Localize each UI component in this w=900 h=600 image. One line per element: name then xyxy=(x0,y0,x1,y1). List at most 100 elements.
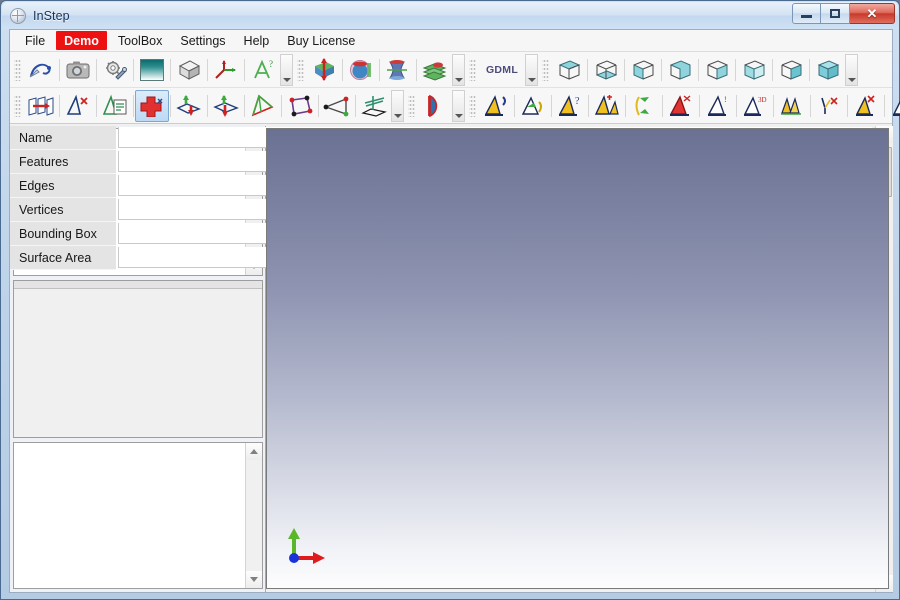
face-report-icon-button[interactable] xyxy=(98,90,132,122)
toolbar-group-gdml: GDML xyxy=(465,52,538,87)
extrude-up-icon-button[interactable] xyxy=(209,90,243,122)
prism-red-icon-button[interactable] xyxy=(664,90,698,122)
toolbar-separator xyxy=(244,94,245,117)
sphere-clip-icon-button[interactable] xyxy=(344,54,378,86)
toolbar-separator xyxy=(773,94,774,117)
toolbar-group-sheet xyxy=(10,88,243,123)
prism-trim-icon-button[interactable] xyxy=(627,90,661,122)
toolbar-gripper[interactable] xyxy=(14,58,21,81)
client-area: File Demo ToolBox Settings Help Buy Lice… xyxy=(9,29,900,593)
menu-item-file[interactable]: File xyxy=(16,30,54,51)
toolbar-separator xyxy=(810,94,811,117)
toolbar-separator xyxy=(355,94,356,117)
toolbar-separator xyxy=(170,58,171,81)
toolbar-group-polygon xyxy=(243,88,404,123)
menu-item-help[interactable]: Help xyxy=(235,30,279,51)
toolbar-separator xyxy=(588,94,589,117)
add-feature-icon-button[interactable] xyxy=(135,89,169,122)
prism-rotate-icon-button[interactable] xyxy=(479,90,513,122)
toolbar-group-arc xyxy=(404,88,465,123)
menu-item-demo[interactable]: Demo xyxy=(56,31,107,50)
minimize-button[interactable] xyxy=(792,3,821,24)
prism-add-icon-button[interactable] xyxy=(590,90,624,122)
toolbar-gripper[interactable] xyxy=(542,58,549,81)
box-wire-side-icon-button[interactable] xyxy=(774,54,808,86)
toolbar-gripper[interactable] xyxy=(469,94,476,117)
maximize-button[interactable] xyxy=(821,3,850,24)
box-solid-icon-button[interactable] xyxy=(811,54,845,86)
toolbar-overflow-button[interactable] xyxy=(452,89,465,122)
toolbar-separator xyxy=(379,58,380,81)
box-wire-top-icon-button[interactable] xyxy=(552,54,586,86)
property-label: Features xyxy=(10,150,116,174)
scroll-track[interactable] xyxy=(245,460,262,571)
close-button[interactable]: ✕ xyxy=(850,3,895,24)
properties-panel[interactable]: Name Features Edges Vertices Bounding Bo… xyxy=(10,126,893,592)
toolbar-overflow-button[interactable] xyxy=(280,53,293,86)
toolbar-overflow-button[interactable] xyxy=(845,53,858,86)
menu-item-buy-license[interactable]: Buy License xyxy=(278,30,364,51)
property-label: Name xyxy=(10,126,116,150)
extrude-down-icon-button[interactable] xyxy=(172,90,206,122)
prism-stack-icon-button[interactable] xyxy=(775,90,809,122)
prism-3d-icon-button[interactable]: 3D xyxy=(738,90,772,122)
quad-vertices-icon-button[interactable] xyxy=(283,90,317,122)
prism-point-icon xyxy=(892,99,900,116)
menu-item-settings[interactable]: Settings xyxy=(171,30,234,51)
toolbar-gripper[interactable] xyxy=(408,94,415,117)
message-log-panel[interactable] xyxy=(13,442,263,589)
scroll-up-icon[interactable] xyxy=(245,443,262,460)
axes-query-icon: ? xyxy=(254,59,273,78)
gdml-button[interactable]: GDML xyxy=(479,55,525,85)
stacked-slabs-icon-button[interactable] xyxy=(418,54,452,86)
message-log-scrollbar[interactable] xyxy=(245,443,262,588)
property-label: Vertices xyxy=(10,198,116,222)
toolbar-overflow-button[interactable] xyxy=(391,89,404,122)
prism-query-icon-button[interactable]: ? xyxy=(553,90,587,122)
property-label: Edges xyxy=(10,174,116,198)
prism-split-icon-button[interactable] xyxy=(516,90,550,122)
box-shaded-right-icon-button[interactable] xyxy=(737,54,771,86)
boolean-union-icon-button[interactable] xyxy=(307,54,341,86)
triangle-edges-icon-button[interactable] xyxy=(320,90,354,122)
half-disc-icon-button[interactable] xyxy=(418,90,452,122)
box-shaded-back-icon-button[interactable] xyxy=(663,54,697,86)
toolbar-gripper[interactable] xyxy=(469,58,476,81)
camera-icon-button[interactable] xyxy=(61,54,95,86)
axes-triad-icon-button[interactable] xyxy=(209,54,243,86)
axes-triad-icon xyxy=(215,59,236,79)
gradient-swatch-icon-button[interactable] xyxy=(135,54,169,86)
sheet-offset-icon-button[interactable] xyxy=(24,90,58,122)
triangle-mesh-icon xyxy=(251,94,274,116)
spline-curve-icon-button[interactable] xyxy=(24,54,58,86)
toolbar-separator xyxy=(772,58,773,81)
prism-outline-icon-button[interactable]: ! xyxy=(701,90,735,122)
box-shaded-left-icon-button[interactable] xyxy=(700,54,734,86)
toolbar-separator xyxy=(587,58,588,81)
toolbar-overflow-button[interactable] xyxy=(452,53,465,86)
toolbar-separator xyxy=(170,94,171,117)
triangle-mesh-icon-button[interactable] xyxy=(246,90,280,122)
box-shaded-front-icon-button[interactable] xyxy=(626,54,660,86)
toolbar-separator xyxy=(96,94,97,117)
spline-curve-icon xyxy=(29,63,51,77)
hyperboloid-icon-button[interactable] xyxy=(381,54,415,86)
toolbar-gripper[interactable] xyxy=(14,94,21,117)
solid-cube-icon-button[interactable] xyxy=(172,54,206,86)
scroll-down-icon[interactable] xyxy=(245,571,262,588)
prism-3d-icon: 3D xyxy=(743,96,767,116)
face-extract-icon-button[interactable] xyxy=(61,90,95,122)
prism-point-icon-button[interactable] xyxy=(886,90,900,122)
box-wire-bottom-icon-button[interactable] xyxy=(589,54,623,86)
gear-wrench-icon-button[interactable] xyxy=(98,54,132,86)
axes-query-icon-button[interactable]: ? xyxy=(246,54,280,86)
prism-vertex-icon-button[interactable] xyxy=(812,90,846,122)
toolbar-gripper[interactable] xyxy=(297,58,304,81)
toolbar-top: ? GDML xyxy=(10,52,892,88)
3d-viewport[interactable] xyxy=(266,128,889,589)
prism-fill-icon-button[interactable] xyxy=(849,90,883,122)
toolbar-overflow-button[interactable] xyxy=(525,53,538,86)
menu-item-toolbox[interactable]: ToolBox xyxy=(109,30,171,51)
plane-normal-icon-button[interactable] xyxy=(357,90,391,122)
left-dock-panel: Name Features Edges Vertices Bounding Bo… xyxy=(10,126,893,592)
